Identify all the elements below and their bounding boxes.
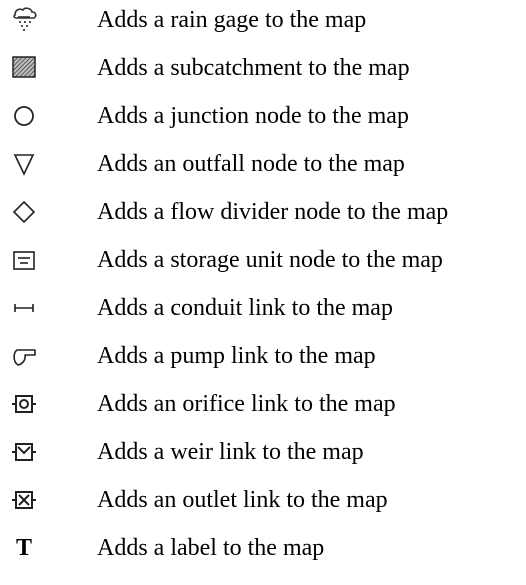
subcatchment-icon: [8, 52, 40, 84]
conduit-link-icon: [8, 292, 40, 324]
legend-item-label: T Adds a label to the map: [0, 528, 526, 568]
legend-item-pump: Adds a pump link to the map: [0, 336, 526, 376]
legend-item-flow-divider: Adds a flow divider node to the map: [0, 192, 526, 232]
legend-item-text: Adds a conduit link to the map: [97, 295, 393, 321]
junction-node-icon: [8, 100, 40, 132]
legend-item-outfall: Adds an outfall node to the map: [0, 144, 526, 184]
legend-item-text: Adds a label to the map: [97, 535, 325, 561]
legend-item-text: Adds a rain gage to the map: [97, 7, 367, 33]
rain-gage-icon: [8, 4, 40, 36]
label-glyph: T: [15, 535, 32, 561]
weir-link-icon: [8, 436, 40, 468]
legend-item-text: Adds a pump link to the map: [97, 343, 376, 369]
legend-item-outlet: Adds an outlet link to the map: [0, 480, 526, 520]
legend-item-text: Adds an orifice link to the map: [97, 391, 396, 417]
legend-item-rain-gage: Adds a rain gage to the map: [0, 0, 526, 40]
legend-item-text: Adds a flow divider node to the map: [97, 199, 449, 225]
legend-item-text: Adds a subcatchment to the map: [97, 55, 410, 81]
outlet-link-icon: [8, 484, 40, 516]
legend-item-subcatchment: Adds a subcatchment to the map: [0, 48, 526, 88]
legend-item-text: Adds an outlet link to the map: [97, 487, 388, 513]
pump-link-icon: [8, 340, 40, 372]
legend-item-text: Adds a junction node to the map: [97, 103, 409, 129]
orifice-link-icon: [8, 388, 40, 420]
legend-item-text: Adds a weir link to the map: [97, 439, 364, 465]
label-icon: T: [8, 532, 40, 564]
flow-divider-icon: [8, 196, 40, 228]
outfall-node-icon: [8, 148, 40, 180]
legend-item-orifice: Adds an orifice link to the map: [0, 384, 526, 424]
legend-item-weir: Adds a weir link to the map: [0, 432, 526, 472]
legend-item-storage-unit: Adds a storage unit node to the map: [0, 240, 526, 280]
storage-unit-icon: [8, 244, 40, 276]
legend-item-conduit: Adds a conduit link to the map: [0, 288, 526, 328]
legend-item-junction: Adds a junction node to the map: [0, 96, 526, 136]
legend-item-text: Adds a storage unit node to the map: [97, 247, 443, 273]
legend-item-text: Adds an outfall node to the map: [97, 151, 405, 177]
